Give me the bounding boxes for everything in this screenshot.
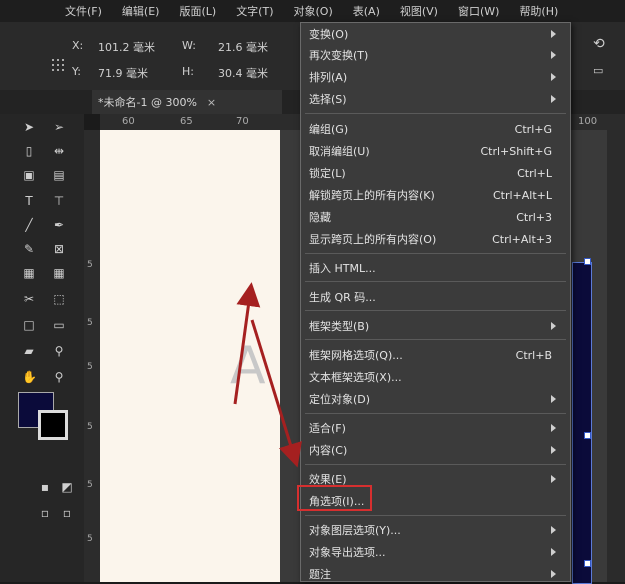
up-arrow-icon bbox=[233, 282, 261, 405]
down-arrow-icon bbox=[250, 319, 302, 468]
annotation-arrows bbox=[233, 282, 302, 468]
